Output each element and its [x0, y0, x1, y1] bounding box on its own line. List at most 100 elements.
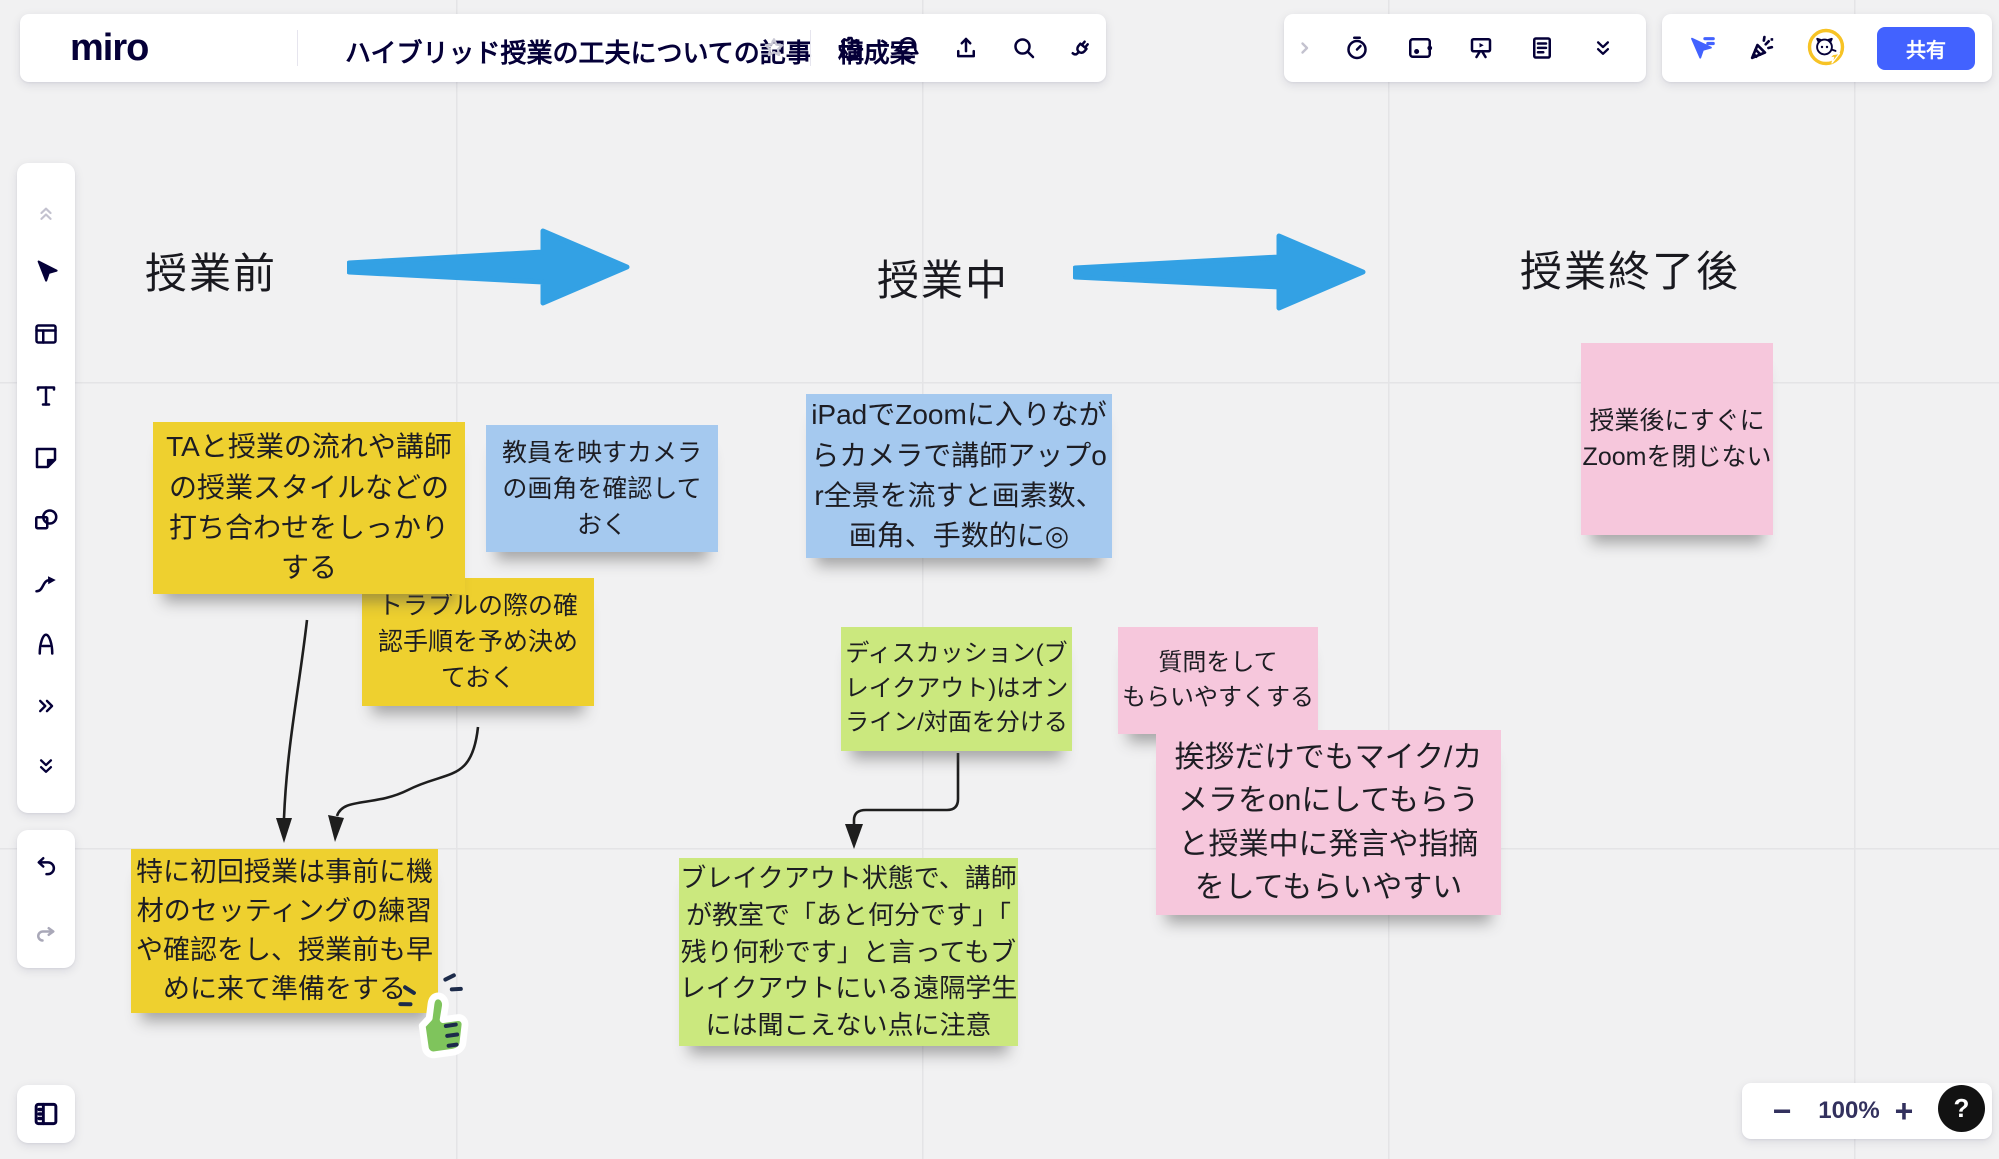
sticky-note-keep-zoom-open[interactable]: 授業後にすぐに Zoomを閉じない — [1581, 343, 1773, 535]
history-toolbar — [17, 830, 75, 968]
search-button[interactable] — [1002, 26, 1046, 70]
plug-icon — [1067, 33, 1097, 63]
sticky-note-text: 特に初回授業は事前に機 材のセッティングの練習 や確認をし、授業前も早 めに来て… — [136, 853, 433, 1009]
presentation-button[interactable] — [1459, 26, 1503, 70]
frames-panel-card — [17, 1085, 75, 1143]
column-heading-before-class[interactable]: 授業前 — [145, 240, 277, 301]
column-heading-after-class[interactable]: 授業終了後 — [1520, 238, 1740, 299]
divider — [297, 30, 298, 66]
sticky-note-text: 挨拶だけでもマイク/カ メラをonにしてもらう と授業中に発言や指摘 をしてもら… — [1175, 736, 1483, 909]
plus-icon: + — [1895, 1095, 1914, 1127]
sticky-note-text: ディスカッション(ブ レイクアウト)はオン ライン/対面を分ける — [845, 637, 1069, 741]
select-tool-button[interactable] — [24, 250, 68, 294]
follow-cursor-icon — [1686, 32, 1718, 64]
board-header-toolbar: miro ハイブリッド授業の工夫についての記事 構成案 — [20, 14, 1106, 82]
shapes-tool-button[interactable] — [24, 498, 68, 542]
flow-arrow-1[interactable] — [347, 223, 632, 311]
collapse-toolbar-button[interactable] — [24, 191, 68, 235]
gear-icon — [835, 33, 865, 63]
sticky-note-icon — [31, 443, 61, 473]
collaboration-toolbar: 共有 — [1662, 14, 1992, 82]
connection-line-tool-button[interactable] — [24, 560, 68, 604]
miro-assist-icon — [1802, 24, 1850, 72]
frames-panel-icon — [30, 1098, 62, 1130]
attention-icon — [1405, 33, 1435, 63]
more-facilitation-button[interactable] — [1581, 26, 1625, 70]
minus-icon: − — [1773, 1095, 1792, 1127]
apps-button[interactable] — [1060, 26, 1104, 70]
more-tools-button[interactable] — [24, 684, 68, 728]
timer-button[interactable] — [1335, 26, 1379, 70]
bell-icon — [893, 33, 923, 63]
column-heading-during-class[interactable]: 授業中 — [877, 247, 1009, 308]
thumbs-up-sticker[interactable] — [390, 967, 487, 1075]
sticky-note-discussion[interactable]: ディスカッション(ブ レイクアウト)はオン ライン/対面を分ける — [841, 627, 1072, 751]
undo-icon — [31, 850, 61, 880]
double-chevron-down-icon — [1589, 34, 1617, 62]
presentation-icon — [1466, 33, 1496, 63]
expand-tools-button[interactable] — [24, 744, 68, 788]
search-icon — [1009, 33, 1039, 63]
frames-panel-button[interactable] — [24, 1092, 68, 1136]
double-chevron-right-icon — [32, 692, 60, 720]
party-popper-icon — [1746, 32, 1778, 64]
help-button[interactable]: ? — [1938, 1085, 1985, 1132]
facilitation-toolbar — [1284, 14, 1646, 82]
sticky-note-text: ブレイクアウト状態で、講師 が教室で「あと何分です」「 残り何秒です」と言っても… — [680, 860, 1017, 1045]
redo-icon — [31, 918, 61, 948]
celebrate-button[interactable] — [1740, 26, 1784, 70]
undo-button[interactable] — [24, 843, 68, 887]
sticky-note-questions[interactable]: 質問をして もらいやすくする — [1118, 627, 1318, 734]
divider — [810, 30, 811, 66]
assistant-button[interactable] — [1802, 24, 1850, 72]
pen-tool-button[interactable] — [24, 622, 68, 666]
templates-tool-button[interactable] — [24, 312, 68, 356]
sticky-note-camera-angle[interactable]: 教員を映すカメラ の画角を確認して おく — [486, 425, 718, 552]
notes-icon — [1527, 33, 1557, 63]
text-icon — [31, 381, 61, 411]
double-chevron-up-icon — [33, 200, 59, 226]
sticky-note-ta-meeting[interactable]: TAと授業の流れや講師 の授業スタイルなどの 打ち合わせをしっかり する — [153, 422, 465, 594]
zoom-level[interactable]: 100% — [1814, 1083, 1884, 1139]
frame-layout-icon — [31, 319, 61, 349]
sticky-note-tool-button[interactable] — [24, 436, 68, 480]
sticky-note-text: iPadでZoomに入りなが らカメラで講師アップo r全景を流すと画素数、 画… — [811, 395, 1107, 556]
timer-icon — [1342, 33, 1372, 63]
question-mark-icon: ? — [1954, 1093, 1970, 1124]
text-tool-button[interactable] — [24, 374, 68, 418]
notifications-button[interactable] — [886, 26, 930, 70]
sticky-note-text: TAと授業の流れや講師 の授業スタイルなどの 打ち合わせをしっかり する — [166, 427, 452, 588]
sticky-note-mic-camera[interactable]: 挨拶だけでもマイク/カ メラをonにしてもらう と授業中に発言や指摘 をしてもら… — [1156, 730, 1501, 915]
miro-board-app: { "header": { "logo": "miro", "board_tit… — [0, 0, 1999, 1159]
sticky-note-trouble-steps[interactable]: トラブルの際の確 認手順を予め決め ておく — [362, 578, 594, 706]
favorite-star-button[interactable] — [752, 26, 796, 70]
follow-me-button[interactable] — [1680, 26, 1724, 70]
share-button[interactable]: 共有 — [1877, 27, 1975, 70]
zoom-toolbar: − 100% + ? — [1742, 1083, 1992, 1139]
zoom-out-button[interactable]: − — [1760, 1089, 1804, 1133]
sticky-note-text: トラブルの際の確 認手順を予め決め ておく — [378, 588, 578, 696]
shapes-icon — [31, 505, 61, 535]
redo-button[interactable] — [24, 911, 68, 955]
sticky-note-text: 教員を映すカメラ の画角を確認して おく — [502, 435, 702, 543]
tools-sidebar — [17, 163, 75, 813]
thumbs-up-icon — [390, 967, 486, 1070]
export-button[interactable] — [944, 26, 988, 70]
chevron-right-icon — [1292, 36, 1316, 60]
sticky-note-text: 質問をして もらいやすくする — [1122, 646, 1314, 715]
double-chevron-down-icon — [32, 752, 60, 780]
miro-logo[interactable]: miro — [70, 27, 148, 70]
notes-button[interactable] — [1520, 26, 1564, 70]
star-icon — [760, 34, 788, 62]
pen-icon — [31, 629, 61, 659]
upload-icon — [951, 33, 981, 63]
collapse-facilitation-button[interactable] — [1286, 26, 1322, 70]
sticky-note-breakout-audio[interactable]: ブレイクアウト状態で、講師 が教室で「あと何分です」「 残り何秒です」と言っても… — [679, 858, 1018, 1046]
settings-button[interactable] — [828, 26, 872, 70]
attention-button[interactable] — [1398, 26, 1442, 70]
sticky-note-text: 授業後にすぐに Zoomを閉じない — [1583, 403, 1772, 475]
zoom-in-button[interactable]: + — [1882, 1089, 1926, 1133]
connector-arrow-icon — [31, 567, 61, 597]
sticky-note-ipad-zoom[interactable]: iPadでZoomに入りなが らカメラで講師アップo r全景を流すと画素数、 画… — [806, 394, 1112, 558]
flow-arrow-2[interactable] — [1073, 228, 1368, 316]
